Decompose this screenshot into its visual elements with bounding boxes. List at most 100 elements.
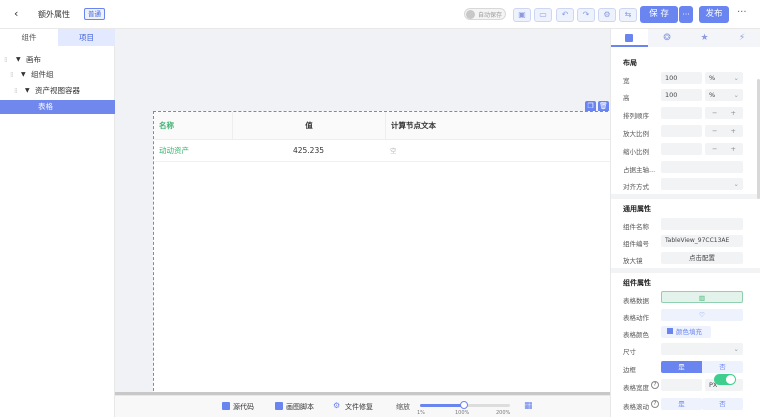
minus-icon[interactable]: − <box>712 125 717 137</box>
preview-icon[interactable]: ▣ <box>513 8 531 22</box>
magnifier-config-button[interactable]: 点击配置 <box>661 252 743 264</box>
file-repair-button[interactable]: 文件修复 <box>345 402 373 412</box>
section-divider <box>611 194 760 199</box>
column-header-value[interactable]: 值 <box>232 112 385 140</box>
plus-icon[interactable]: + <box>731 125 736 137</box>
share-icon[interactable]: ⇆ <box>619 8 637 22</box>
tree-item-table[interactable]: 表格 <box>0 100 115 114</box>
autosave-toggle[interactable]: 自动保存 <box>464 8 506 20</box>
chevron-down-icon: ⌄ <box>733 180 739 188</box>
column-header-text[interactable]: 计算节点文本 <box>385 112 610 140</box>
shrink-label: 缩小比例 <box>623 148 649 156</box>
order-input[interactable] <box>661 107 702 119</box>
basis-input[interactable] <box>661 161 743 173</box>
table-width-toggle[interactable] <box>714 374 736 385</box>
back-icon[interactable]: ‹ <box>14 7 18 20</box>
screen-icon[interactable]: ▭ <box>534 8 552 22</box>
tab-style[interactable]: ❂ <box>648 29 686 47</box>
grow-stepper[interactable]: − + <box>705 125 743 137</box>
table-color-button[interactable]: 颜色填充 <box>661 326 711 338</box>
basis-label: 占据主轴... <box>623 166 656 174</box>
drag-handle-icon[interactable]: ⁞⁞ <box>10 68 14 82</box>
scroll-no-button[interactable]: 否 <box>702 398 743 410</box>
border-no-button[interactable]: 否 <box>702 361 743 373</box>
script-button[interactable]: 画图脚本 <box>286 402 314 412</box>
grid-icon[interactable]: ▦ <box>524 401 533 411</box>
minus-icon[interactable]: − <box>712 143 717 155</box>
zoom-tick-mid: 100% <box>455 410 470 416</box>
help-icon[interactable]: ? <box>651 381 659 389</box>
border-label: 边框 <box>623 366 636 374</box>
autosave-label: 自动保存 <box>478 12 503 19</box>
height-input[interactable]: 100 <box>661 89 702 101</box>
bottom-toolbar: 源代码 画图脚本 ⚙ 文件修复 缩放 1% 100% 200% ▦ <box>115 395 610 417</box>
height-unit-value: % <box>709 91 716 99</box>
undo-icon[interactable]: ↶ <box>556 8 574 22</box>
zoom-label: 缩放 <box>396 403 410 411</box>
tree-item-container[interactable]: ⁞⁞ ▼ 资产视图容器 <box>0 84 115 98</box>
table-scroll-label: 表格滚动 <box>623 403 649 411</box>
tree-label: 组件组 <box>31 70 54 79</box>
minus-icon[interactable]: − <box>712 107 717 119</box>
table-component[interactable]: 名称 值 计算节点文本 动动资产 425.235 空 <box>153 111 610 392</box>
height-unit-select[interactable]: % ⌄ <box>705 89 743 101</box>
table-action-label: 表格动作 <box>623 314 649 322</box>
repair-icon[interactable]: ⚙ <box>333 401 340 410</box>
source-code-button[interactable]: 源代码 <box>233 402 254 412</box>
drag-handle-icon[interactable]: ⁞⁞ <box>4 53 8 67</box>
drag-handle-icon[interactable]: ⁞⁞ <box>14 84 18 98</box>
menu-icon[interactable]: ··· <box>737 7 747 18</box>
magnifier-label: 放大镜 <box>623 257 643 265</box>
grow-input[interactable] <box>661 125 702 137</box>
component-id-label: 组件编号 <box>623 240 649 248</box>
width-unit-select[interactable]: % ⌄ <box>705 72 743 84</box>
zoom-slider-track[interactable] <box>420 401 510 409</box>
layout-icon <box>625 34 633 42</box>
save-more-button[interactable]: ··· <box>679 6 693 23</box>
size-select[interactable]: ⌄ <box>661 343 743 355</box>
tree-label: 画布 <box>26 55 41 64</box>
align-select[interactable]: ⌄ <box>661 178 743 190</box>
tree-item-canvas[interactable]: ⁞⁞ ▼ 画布 <box>0 53 115 67</box>
tab-favorite[interactable]: ★ <box>686 29 723 47</box>
component-id-input[interactable]: TableView_97CC13AE <box>661 235 743 247</box>
plus-icon[interactable]: + <box>731 143 736 155</box>
plus-icon[interactable]: + <box>731 107 736 119</box>
zoom-slider-handle[interactable] <box>460 401 468 409</box>
tab-components[interactable]: 组件 <box>0 29 58 46</box>
shrink-input[interactable] <box>661 143 702 155</box>
code-icon[interactable] <box>222 402 230 410</box>
tab-layout[interactable] <box>611 29 648 47</box>
column-header-name[interactable]: 名称 <box>154 112 232 140</box>
caret-down-icon[interactable]: ▼ <box>25 84 30 98</box>
caret-down-icon[interactable]: ▼ <box>21 68 26 82</box>
width-unit-value: % <box>709 74 716 82</box>
publish-button[interactable]: 发布 <box>699 6 729 23</box>
table-action-button[interactable]: ♡ <box>661 309 743 321</box>
order-stepper[interactable]: − + <box>705 107 743 119</box>
scroll-yes-button[interactable]: 是 <box>661 398 702 410</box>
border-yes-button[interactable]: 是 <box>661 361 702 373</box>
shrink-stepper[interactable]: − + <box>705 143 743 155</box>
tab-events[interactable]: ⚡ <box>723 29 760 47</box>
toggle-knob <box>466 10 475 19</box>
table-width-input[interactable] <box>661 379 702 391</box>
page-title: 额外属性 <box>38 10 70 19</box>
save-button[interactable]: 保 存 <box>640 6 678 23</box>
settings-icon[interactable]: ⚙ <box>598 8 616 22</box>
order-label: 排列顺序 <box>623 112 649 120</box>
chevron-down-icon: ⌄ <box>733 345 739 353</box>
tree-item-group[interactable]: ⁞⁞ ▼ 组件组 <box>0 68 115 82</box>
mode-badge: 普通 <box>84 8 105 20</box>
design-canvas[interactable]: ❐ 🗑 名称 值 计算节点文本 动动资产 425.235 空 <box>115 29 610 392</box>
script-icon[interactable] <box>275 402 283 410</box>
help-icon[interactable]: ? <box>651 400 659 408</box>
component-name-input[interactable] <box>661 218 743 230</box>
tab-project[interactable]: 项目 <box>58 29 115 46</box>
table-data-button[interactable]: ▥ <box>661 291 743 303</box>
top-bar: ‹ 额外属性 普通 自动保存 ▣ ▭ ↶ ↷ ⚙ ⇆ 保 存 ··· 发布 ··… <box>0 0 760 29</box>
caret-down-icon[interactable]: ▼ <box>16 53 21 67</box>
redo-icon[interactable]: ↷ <box>577 8 595 22</box>
section-divider <box>611 268 760 273</box>
width-input[interactable]: 100 <box>661 72 702 84</box>
